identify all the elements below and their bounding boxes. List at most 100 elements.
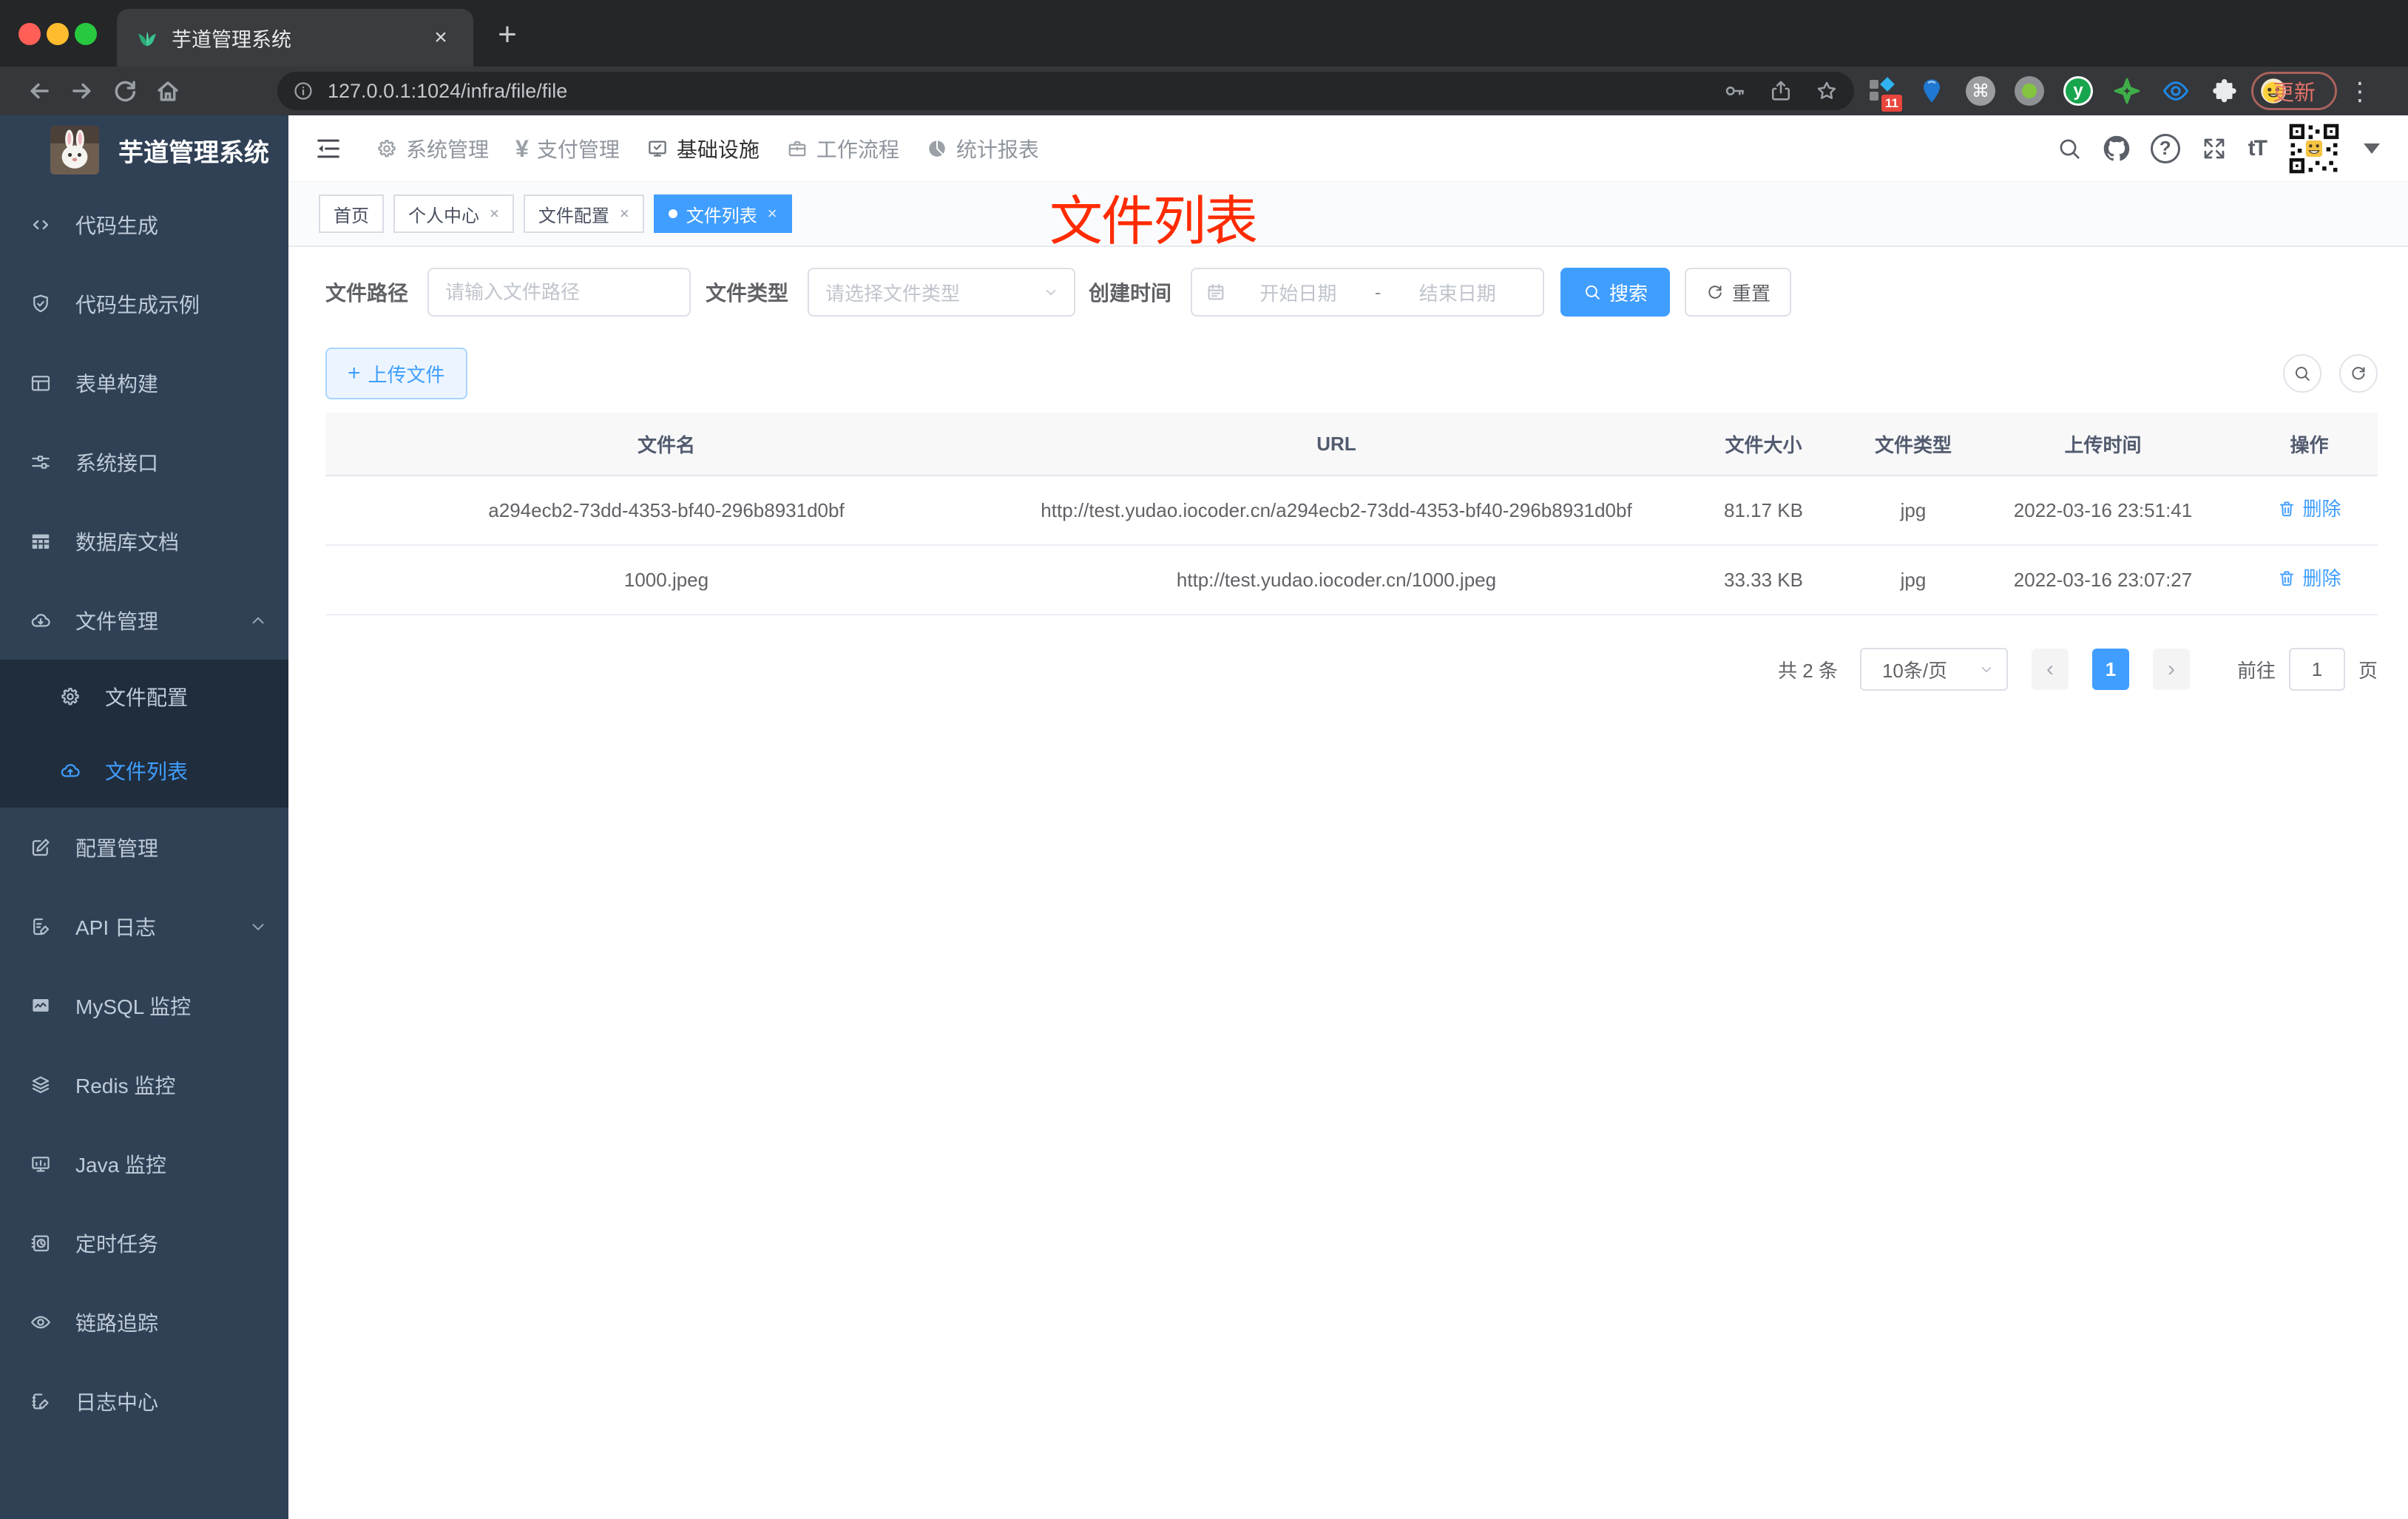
extension-y-icon[interactable]: y	[2062, 75, 2094, 107]
sidebar-item-java-monitor[interactable]: Java 监控	[0, 1124, 288, 1203]
help-icon[interactable]: ?	[2150, 133, 2180, 163]
end-date-input[interactable]: 结束日期	[1385, 279, 1529, 306]
avatar[interactable]	[2287, 121, 2341, 176]
sidebar-item-file-config[interactable]: 文件配置	[0, 660, 288, 734]
reset-button[interactable]: 重置	[1685, 268, 1792, 317]
upload-file-button[interactable]: + 上传文件	[325, 348, 467, 399]
sidebar-item-file-management[interactable]: 文件管理	[0, 581, 288, 660]
plus-icon: +	[348, 361, 361, 385]
nav-workflow[interactable]: 工作流程	[786, 134, 899, 163]
col-file-name: 文件名	[325, 413, 1007, 476]
sidebar-item-log-center[interactable]: 日志中心	[0, 1361, 288, 1441]
tag-close-icon[interactable]: ×	[620, 204, 629, 223]
search-button[interactable]: 搜索	[1560, 268, 1671, 317]
sidebar-item-scheduled-jobs[interactable]: 定时任务	[0, 1203, 288, 1282]
extension-balloon-icon[interactable]	[1915, 75, 1948, 107]
site-info-icon[interactable]	[292, 80, 314, 102]
sidebar-item-form-builder[interactable]: 表单构建	[0, 343, 288, 422]
cell-file-name: 1000.jpeg	[325, 545, 1007, 615]
delete-button[interactable]: 删除	[2277, 562, 2341, 595]
seedling-favicon-icon	[138, 31, 156, 47]
minimize-window-button[interactable]	[47, 23, 69, 45]
browser-menu-icon[interactable]: ⋮	[2347, 77, 2373, 106]
sidebar-item-mysql-monitor[interactable]: MySQL 监控	[0, 966, 288, 1045]
start-date-input[interactable]: 开始日期	[1226, 279, 1370, 306]
cell-url: http://test.yudao.iocoder.cn/a294ecb2-73…	[1007, 476, 1665, 546]
col-upload-time: 上传时间	[1965, 413, 2241, 476]
chevron-down-icon	[252, 923, 264, 930]
tab-close-icon[interactable]: ×	[426, 25, 456, 50]
browser-tab[interactable]: 芋道管理系统 ×	[117, 9, 473, 67]
table-row: 1000.jpeg http://test.yudao.iocoder.cn/1…	[325, 545, 2378, 615]
url-bar[interactable]: 127.0.0.1:1024/infra/file/file	[277, 72, 1854, 110]
extension-grid-badge-icon[interactable]: 11	[1867, 75, 1902, 112]
sidebar-item-config-management[interactable]: 配置管理	[0, 808, 288, 887]
sidebar-item-file-list[interactable]: 文件列表	[0, 734, 288, 808]
bookmark-star-icon[interactable]	[1814, 78, 1839, 104]
extension-dot-circle-icon[interactable]	[2013, 75, 2046, 107]
file-type-select[interactable]: 请选择文件类型	[808, 268, 1076, 317]
tag-close-icon[interactable]: ×	[768, 204, 777, 223]
extension-sparkle-icon[interactable]	[2111, 75, 2143, 107]
sidebar-item-system-api[interactable]: 系统接口	[0, 422, 288, 501]
url-text[interactable]: 127.0.0.1:1024/infra/file/file	[328, 80, 1702, 103]
delete-button[interactable]: 删除	[2277, 493, 2341, 525]
tag-file-config[interactable]: 文件配置 ×	[523, 194, 644, 233]
next-page-button[interactable]: ›	[2152, 649, 2190, 690]
prev-page-button[interactable]: ‹	[2031, 649, 2069, 690]
show-search-button[interactable]	[2283, 354, 2321, 393]
screen: 芋道管理系统 × + 127.0.0.1:1024/infra/file/fil…	[0, 0, 2408, 1519]
fullscreen-icon[interactable]	[2201, 135, 2228, 162]
briefcase-icon	[788, 141, 806, 156]
pie-chart-icon	[929, 140, 945, 157]
sidebar-item-db-doc[interactable]: 数据库文档	[0, 501, 288, 581]
close-window-button[interactable]	[18, 23, 41, 45]
github-icon[interactable]	[2103, 135, 2130, 162]
current-page[interactable]: 1	[2091, 649, 2129, 690]
password-key-icon[interactable]	[1722, 78, 1748, 104]
browser-update-button[interactable]: 更新	[2250, 72, 2337, 110]
sidebar-item-api-log[interactable]: API 日志	[0, 887, 288, 966]
share-icon[interactable]	[1768, 78, 1793, 104]
extension-area: 11 ⌘ y	[1867, 67, 2290, 115]
home-icon[interactable]	[154, 77, 182, 105]
back-icon[interactable]	[25, 77, 53, 105]
new-tab-button[interactable]: +	[487, 16, 528, 53]
collapse-sidebar-icon[interactable]	[314, 134, 343, 163]
form-table-icon	[31, 375, 50, 390]
refresh-table-button[interactable]	[2339, 354, 2378, 393]
page-size-select[interactable]: 10条/页	[1859, 648, 2008, 691]
tag-profile[interactable]: 个人中心 ×	[393, 194, 514, 233]
extension-puzzle-icon[interactable]	[2208, 75, 2241, 107]
logo-row[interactable]: 芋道管理系统	[0, 115, 288, 185]
sidebar-item-tracing[interactable]: 链路追踪	[0, 1282, 288, 1361]
sidebar-item-code-generation[interactable]: 代码生成	[0, 185, 288, 264]
tag-file-list[interactable]: 文件列表 ×	[653, 194, 792, 233]
nav-payment-management[interactable]: ¥ 支付管理	[515, 134, 620, 163]
nav-infrastructure[interactable]: 基础设施	[646, 134, 760, 163]
document-edit-icon	[33, 918, 50, 935]
sidebar-item-code-example[interactable]: 代码生成示例	[0, 264, 288, 343]
extension-command-icon[interactable]: ⌘	[1964, 75, 1997, 107]
nav-system-management[interactable]: 系统管理	[376, 134, 489, 163]
active-dot-icon	[668, 209, 677, 218]
date-range-picker[interactable]: 开始日期 - 结束日期	[1191, 268, 1545, 317]
file-path-input[interactable]	[429, 269, 690, 315]
browser-tab-title: 芋道管理系统	[172, 28, 291, 51]
tag-close-icon[interactable]: ×	[490, 204, 499, 223]
search-icon[interactable]	[2056, 135, 2083, 162]
extension-eye-icon[interactable]	[2160, 75, 2192, 107]
create-time-label: 创建时间	[1089, 282, 1172, 305]
table-toolbar: + 上传文件	[325, 348, 2378, 399]
avatar-dropdown-caret-icon[interactable]	[2364, 143, 2380, 154]
forward-icon[interactable]	[68, 77, 96, 105]
goto-page-input[interactable]	[2290, 649, 2344, 689]
gear-icon	[61, 688, 79, 706]
reload-icon[interactable]	[111, 77, 139, 105]
tag-home[interactable]: 首页	[319, 194, 384, 233]
nav-statistics-report[interactable]: 统计报表	[926, 134, 1039, 163]
goto-page-field	[2288, 648, 2345, 691]
zoom-window-button[interactable]	[75, 23, 97, 45]
font-size-icon[interactable]: tT	[2248, 136, 2267, 161]
sidebar-item-redis-monitor[interactable]: Redis 监控	[0, 1045, 288, 1124]
